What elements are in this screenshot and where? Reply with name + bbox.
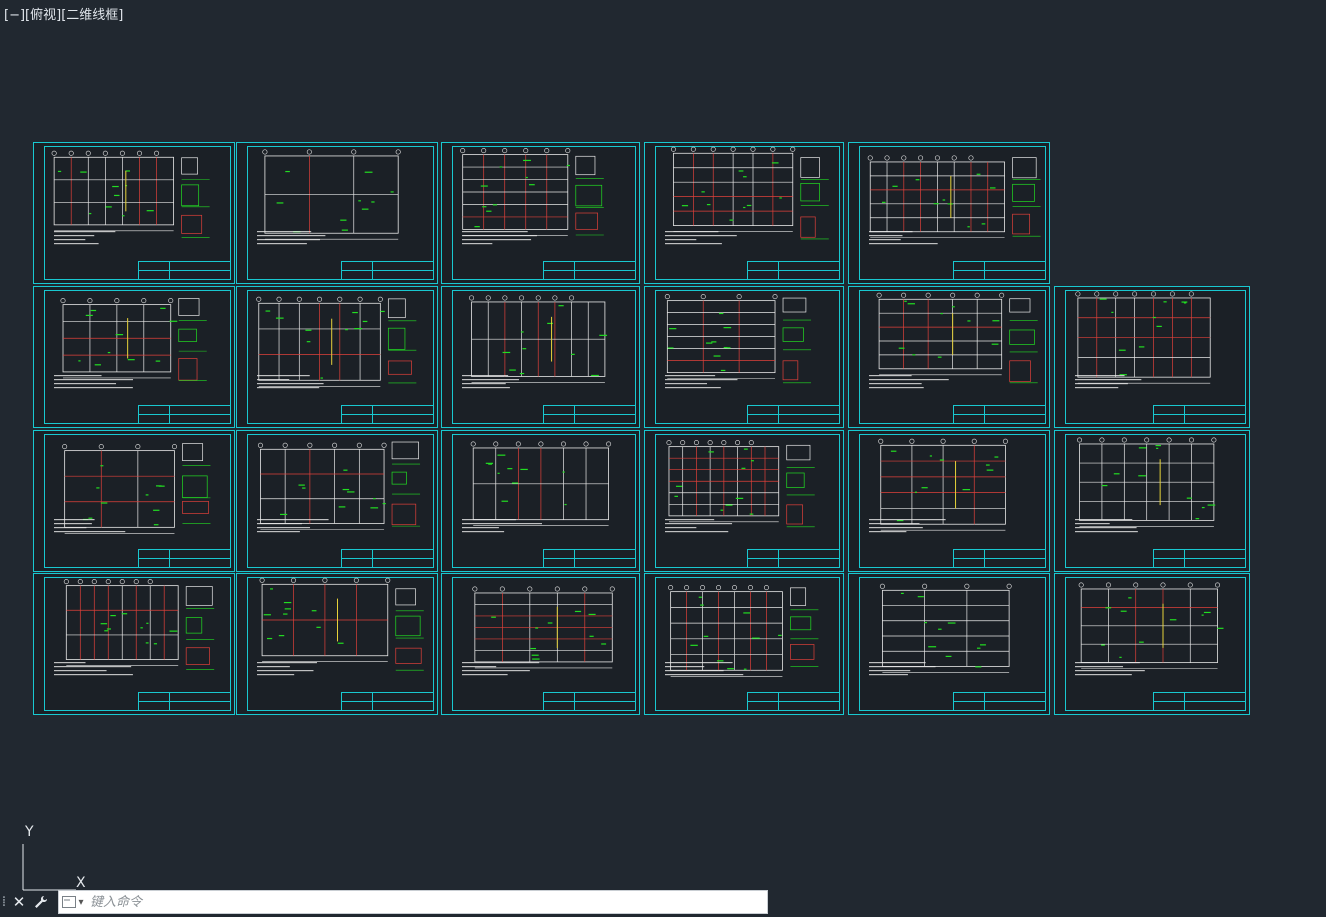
command-input-field[interactable]: ▾ xyxy=(58,890,768,914)
close-icon[interactable]: ✕ xyxy=(8,890,30,914)
title-block xyxy=(543,405,636,424)
title-block xyxy=(747,405,840,424)
title-block xyxy=(1153,549,1246,568)
drawing-sheet[interactable] xyxy=(644,430,844,572)
title-block xyxy=(543,261,636,280)
command-line-bar: ⁞ ✕ ▾ xyxy=(0,888,768,916)
drawing-sheet[interactable] xyxy=(33,142,235,284)
drawing-sheet[interactable] xyxy=(848,430,1050,572)
title-block xyxy=(953,549,1046,568)
command-line-grip-icon[interactable]: ⁞ xyxy=(0,890,8,914)
title-block xyxy=(341,405,434,424)
drawing-sheet[interactable] xyxy=(644,286,844,428)
drawing-sheet[interactable] xyxy=(848,142,1050,284)
chevron-down-icon[interactable]: ▾ xyxy=(78,897,83,908)
title-block xyxy=(138,261,231,280)
command-prompt-icon[interactable]: ▾ xyxy=(62,894,84,910)
title-block xyxy=(1153,692,1246,711)
title-block xyxy=(341,549,434,568)
drawing-sheet[interactable] xyxy=(441,573,640,715)
drawing-sheet[interactable] xyxy=(848,286,1050,428)
ucs-y-label: Y xyxy=(25,824,34,840)
drawing-sheet[interactable] xyxy=(236,430,438,572)
drawing-sheets-area[interactable] xyxy=(0,0,1326,916)
drawing-sheet[interactable] xyxy=(644,142,844,284)
drawing-sheet[interactable] xyxy=(1054,430,1250,572)
title-block xyxy=(953,405,1046,424)
command-input[interactable] xyxy=(84,891,742,913)
drawing-sheet[interactable] xyxy=(33,430,235,572)
title-block xyxy=(747,549,840,568)
drawing-sheet[interactable] xyxy=(236,286,438,428)
title-block xyxy=(138,692,231,711)
title-block xyxy=(1153,405,1246,424)
title-block xyxy=(747,261,840,280)
drawing-sheet[interactable] xyxy=(441,286,640,428)
drawing-sheet[interactable] xyxy=(236,142,438,284)
drawing-sheet[interactable] xyxy=(441,430,640,572)
title-block xyxy=(543,692,636,711)
drawing-sheet[interactable] xyxy=(1054,286,1250,428)
drawing-sheet[interactable] xyxy=(1054,573,1250,715)
wrench-icon[interactable] xyxy=(30,890,52,914)
title-block xyxy=(747,692,840,711)
title-block xyxy=(543,549,636,568)
title-block xyxy=(341,261,434,280)
ucs-icon: Y X xyxy=(16,824,96,894)
drawing-sheet[interactable] xyxy=(236,573,438,715)
title-block xyxy=(138,405,231,424)
title-block xyxy=(138,549,231,568)
drawing-sheet[interactable] xyxy=(33,573,235,715)
title-block xyxy=(953,261,1046,280)
drawing-sheet[interactable] xyxy=(33,286,235,428)
title-block xyxy=(341,692,434,711)
drawing-sheet[interactable] xyxy=(441,142,640,284)
title-block xyxy=(953,692,1046,711)
drawing-sheet[interactable] xyxy=(848,573,1050,715)
drawing-sheet[interactable] xyxy=(644,573,844,715)
